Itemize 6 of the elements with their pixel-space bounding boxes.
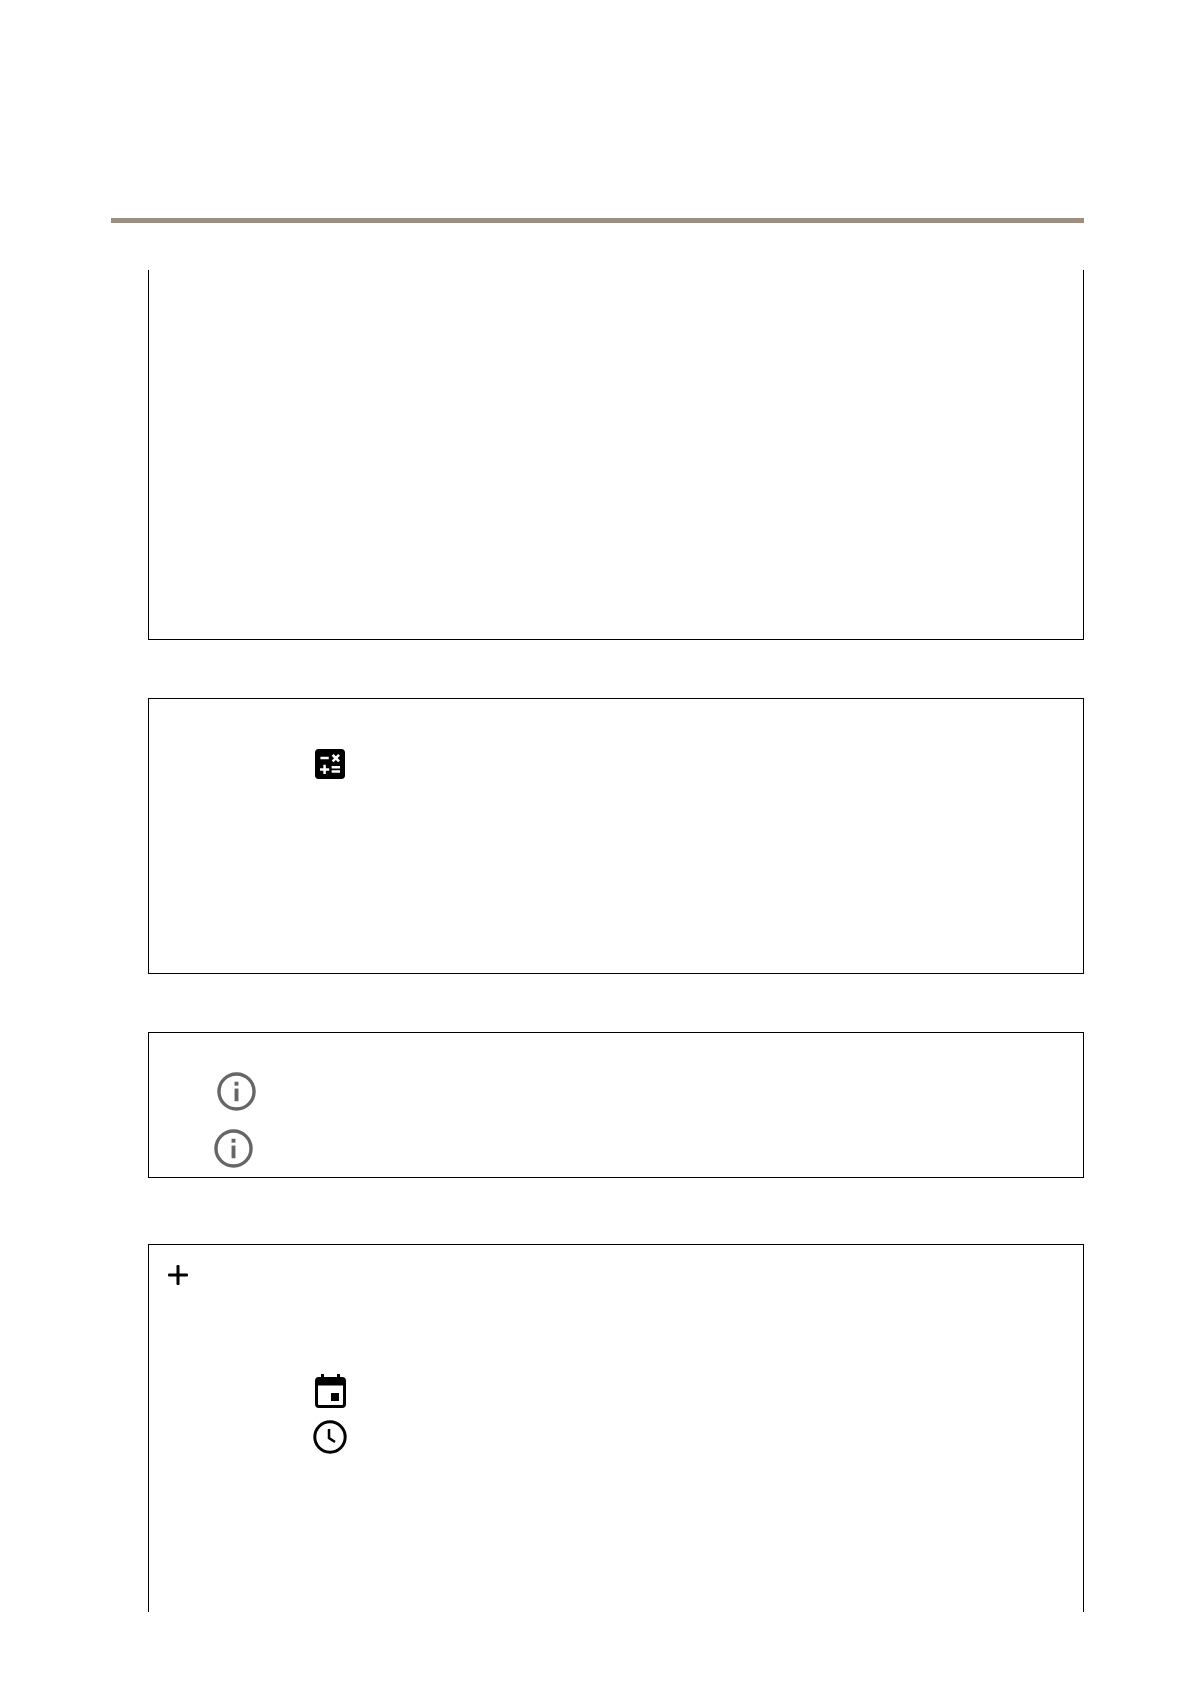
calendar-icon bbox=[315, 1374, 346, 1408]
plus-icon bbox=[168, 1265, 188, 1285]
info-icon bbox=[214, 1129, 253, 1168]
info-icon bbox=[217, 1072, 256, 1111]
calculator-icon bbox=[315, 749, 345, 779]
clock-icon bbox=[313, 1420, 347, 1454]
